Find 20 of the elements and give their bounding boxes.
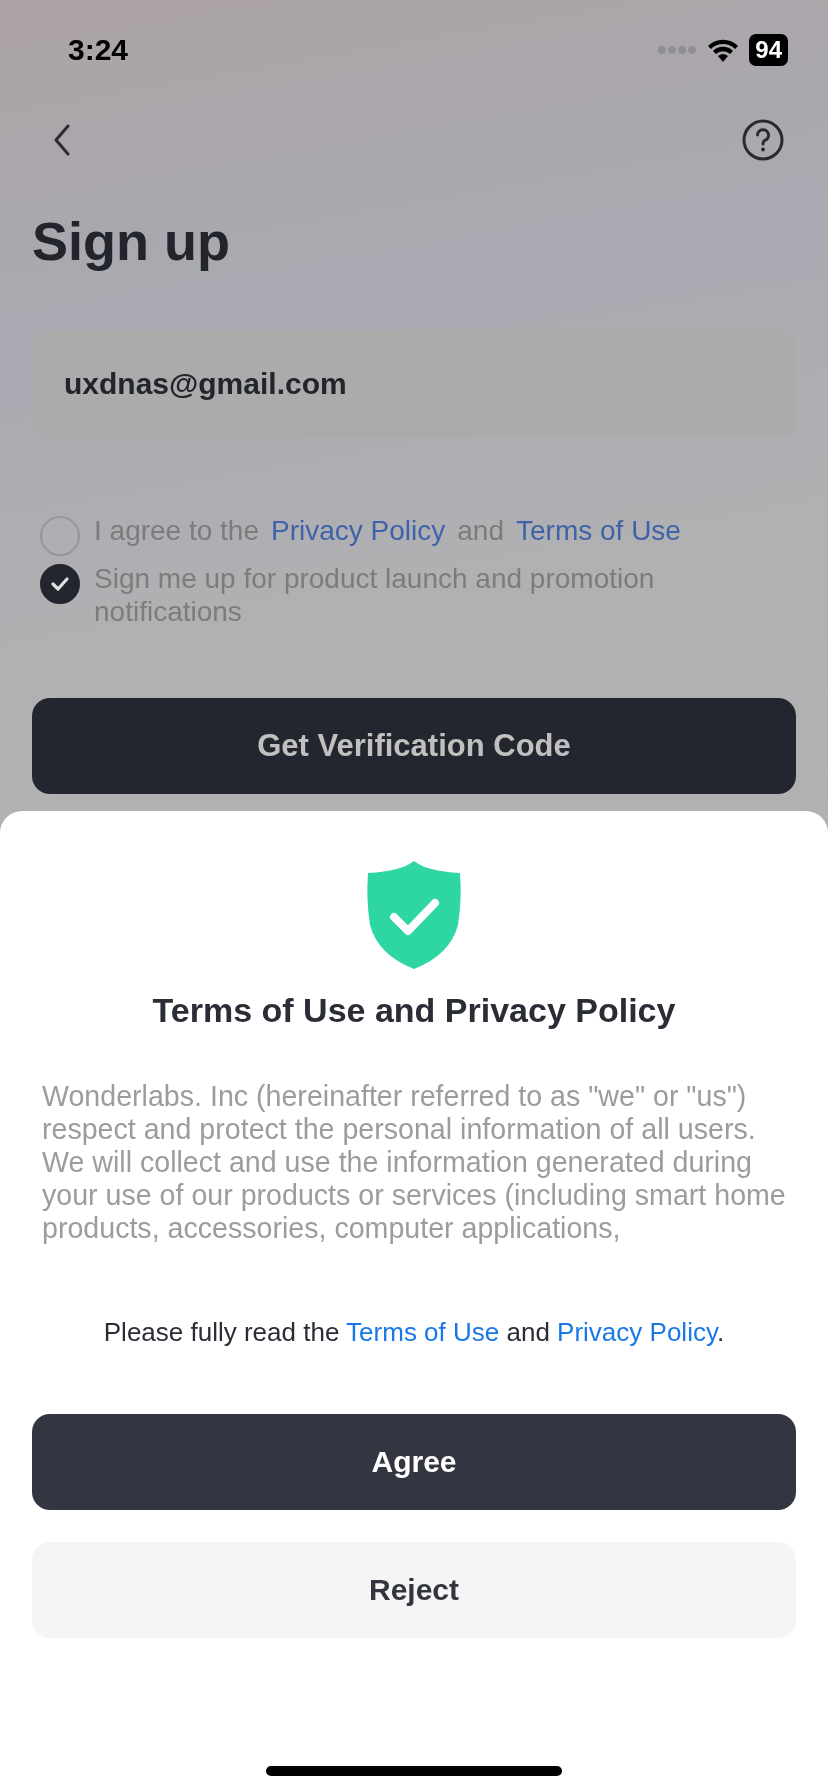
back-icon[interactable]: [52, 124, 72, 156]
page-title: Sign up: [32, 210, 231, 273]
wifi-icon: [707, 38, 740, 62]
policy-link[interactable]: Terms of Use: [346, 1317, 500, 1347]
checkmark-icon: [50, 576, 70, 592]
agree-button[interactable]: Agree: [32, 1414, 796, 1510]
verification-code-button[interactable]: Get Verification Code: [32, 698, 796, 794]
sheet-title: Terms of Use and Privacy Policy: [152, 991, 676, 1030]
reject-button[interactable]: Reject: [32, 1542, 796, 1638]
help-icon[interactable]: [742, 119, 784, 161]
terms-text: Wonderlabs. Inc (hereinafter referred to as "we" or "us") respect and protect the personal information of all users. We will collect and use the information generated during your use of our products or services (including smart home products, accessories, computer applications,: [42, 1080, 786, 1245]
battery-indicator: 94: [749, 34, 788, 66]
checkbox[interactable]: [40, 516, 80, 556]
notice-text: Please fully read the Terms of Use and Privacy Policy.: [103, 1317, 725, 1348]
email-field[interactable]: uxdnas@gmail.com: [32, 330, 796, 438]
checkbox[interactable]: [40, 564, 80, 604]
shield-check-icon: [364, 859, 464, 971]
signal-icon: [657, 44, 698, 56]
policy-link[interactable]: Privacy Policy: [557, 1317, 717, 1347]
status-time: 3:24: [68, 33, 129, 67]
